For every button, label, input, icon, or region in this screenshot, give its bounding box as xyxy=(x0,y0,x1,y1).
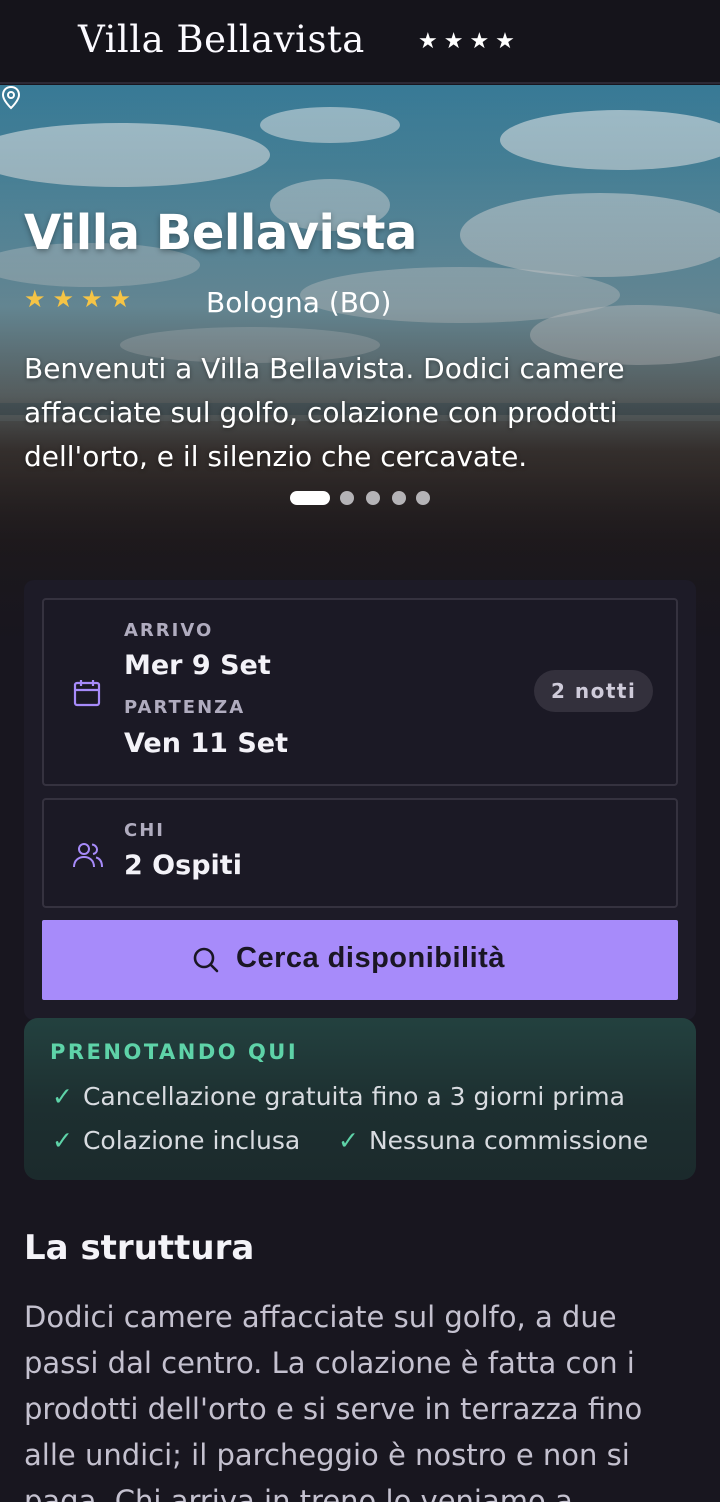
perk-label: Cancellazione gratuita fino a 3 giorni p… xyxy=(82,1082,625,1111)
map-pin-icon xyxy=(1,85,21,110)
carousel-dot-2[interactable] xyxy=(340,491,354,505)
booking-perks: PRENOTANDO QUI ✓ Cancellazione gratuita f… xyxy=(24,1018,696,1180)
guests-value: 2 Ospiti xyxy=(124,850,242,881)
search-availability-button[interactable]: Cerca disponibilità xyxy=(42,920,678,1000)
hero-banner: Villa Bellavista ★★★★ Bologna (BO) Benve… xyxy=(0,85,720,640)
search-icon xyxy=(193,947,219,973)
perk-label: Nessuna commissione xyxy=(368,1126,649,1155)
nights-badge: 2 notti xyxy=(534,670,654,712)
check-icon: ✓ xyxy=(52,1082,73,1111)
arrival-date: Mer 9 Set xyxy=(124,650,271,681)
brand-name[interactable]: Villa Bellavista xyxy=(78,18,365,61)
guests-selector[interactable]: CHI 2 Ospiti xyxy=(42,798,678,908)
check-icon: ✓ xyxy=(338,1126,359,1155)
hero-description: Benvenuti a Villa Bellavista. Dodici cam… xyxy=(24,352,625,473)
brand-star-rating: ★★★★ xyxy=(418,29,521,54)
users-icon xyxy=(73,843,103,868)
perks-title: PRENOTANDO QUI xyxy=(50,1040,299,1064)
arrival-label: ARRIVO xyxy=(124,620,214,641)
section-body: Dodici camere affacciate sul golfo, a du… xyxy=(24,1300,643,1502)
hotel-title: Villa Bellavista xyxy=(24,205,417,261)
guests-label: CHI xyxy=(124,820,165,841)
perk-item: ✓ Colazione inclusa xyxy=(52,1126,300,1155)
date-picker[interactable]: ARRIVO Mer 9 Set PARTENZA Ven 11 Set 2 n… xyxy=(42,598,678,786)
section-title: La struttura xyxy=(24,1228,255,1268)
top-bar: Villa Bellavista ★★★★ xyxy=(0,0,720,84)
search-button-label: Cerca disponibilità xyxy=(236,942,505,974)
calendar-icon xyxy=(73,680,101,707)
perk-item: ✓ Nessuna commissione xyxy=(338,1126,648,1155)
perk-label: Colazione inclusa xyxy=(82,1126,301,1155)
perk-item: ✓ Cancellazione gratuita fino a 3 giorni … xyxy=(52,1082,625,1111)
check-icon: ✓ xyxy=(52,1126,73,1155)
hotel-location: Bologna (BO) xyxy=(206,286,392,319)
departure-date: Ven 11 Set xyxy=(124,728,288,759)
carousel-dot-4[interactable] xyxy=(392,491,406,505)
carousel-dot-5[interactable] xyxy=(416,491,430,505)
star-rating: ★★★★ xyxy=(24,285,139,313)
departure-label: PARTENZA xyxy=(124,697,246,718)
carousel-dot-3[interactable] xyxy=(366,491,380,505)
carousel-dot-1[interactable] xyxy=(290,491,330,505)
